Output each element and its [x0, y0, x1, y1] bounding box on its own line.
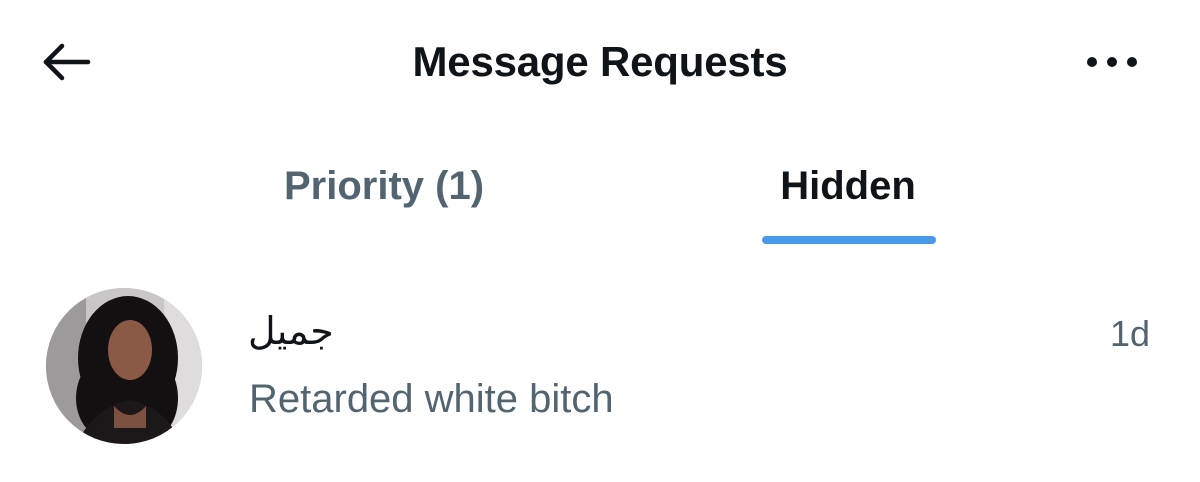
- arrow-left-icon: [43, 43, 91, 81]
- conversation-list-item[interactable]: جميل Retarded white bitch 1d: [0, 270, 1200, 460]
- more-options-button[interactable]: [1080, 40, 1144, 84]
- selected-tab-indicator: [762, 236, 936, 244]
- message-preview: Retarded white bitch: [249, 377, 614, 421]
- request-tabs: Priority (1) Hidden: [0, 150, 1200, 250]
- profile-photo: [46, 288, 202, 444]
- sender-name: جميل: [248, 309, 334, 353]
- tab-hidden-label: Hidden: [780, 164, 916, 208]
- avatar: [46, 288, 202, 444]
- top-bar: Message Requests: [0, 0, 1200, 124]
- more-horizontal-icon: [1087, 57, 1137, 67]
- back-button[interactable]: [34, 34, 98, 90]
- page-title: Message Requests: [412, 38, 788, 85]
- message-timestamp: 1d: [1109, 313, 1150, 354]
- tab-hidden[interactable]: Hidden: [568, 150, 1128, 250]
- message-requests-screen: Message Requests Priority (1) Hidden جمي…: [0, 0, 1200, 482]
